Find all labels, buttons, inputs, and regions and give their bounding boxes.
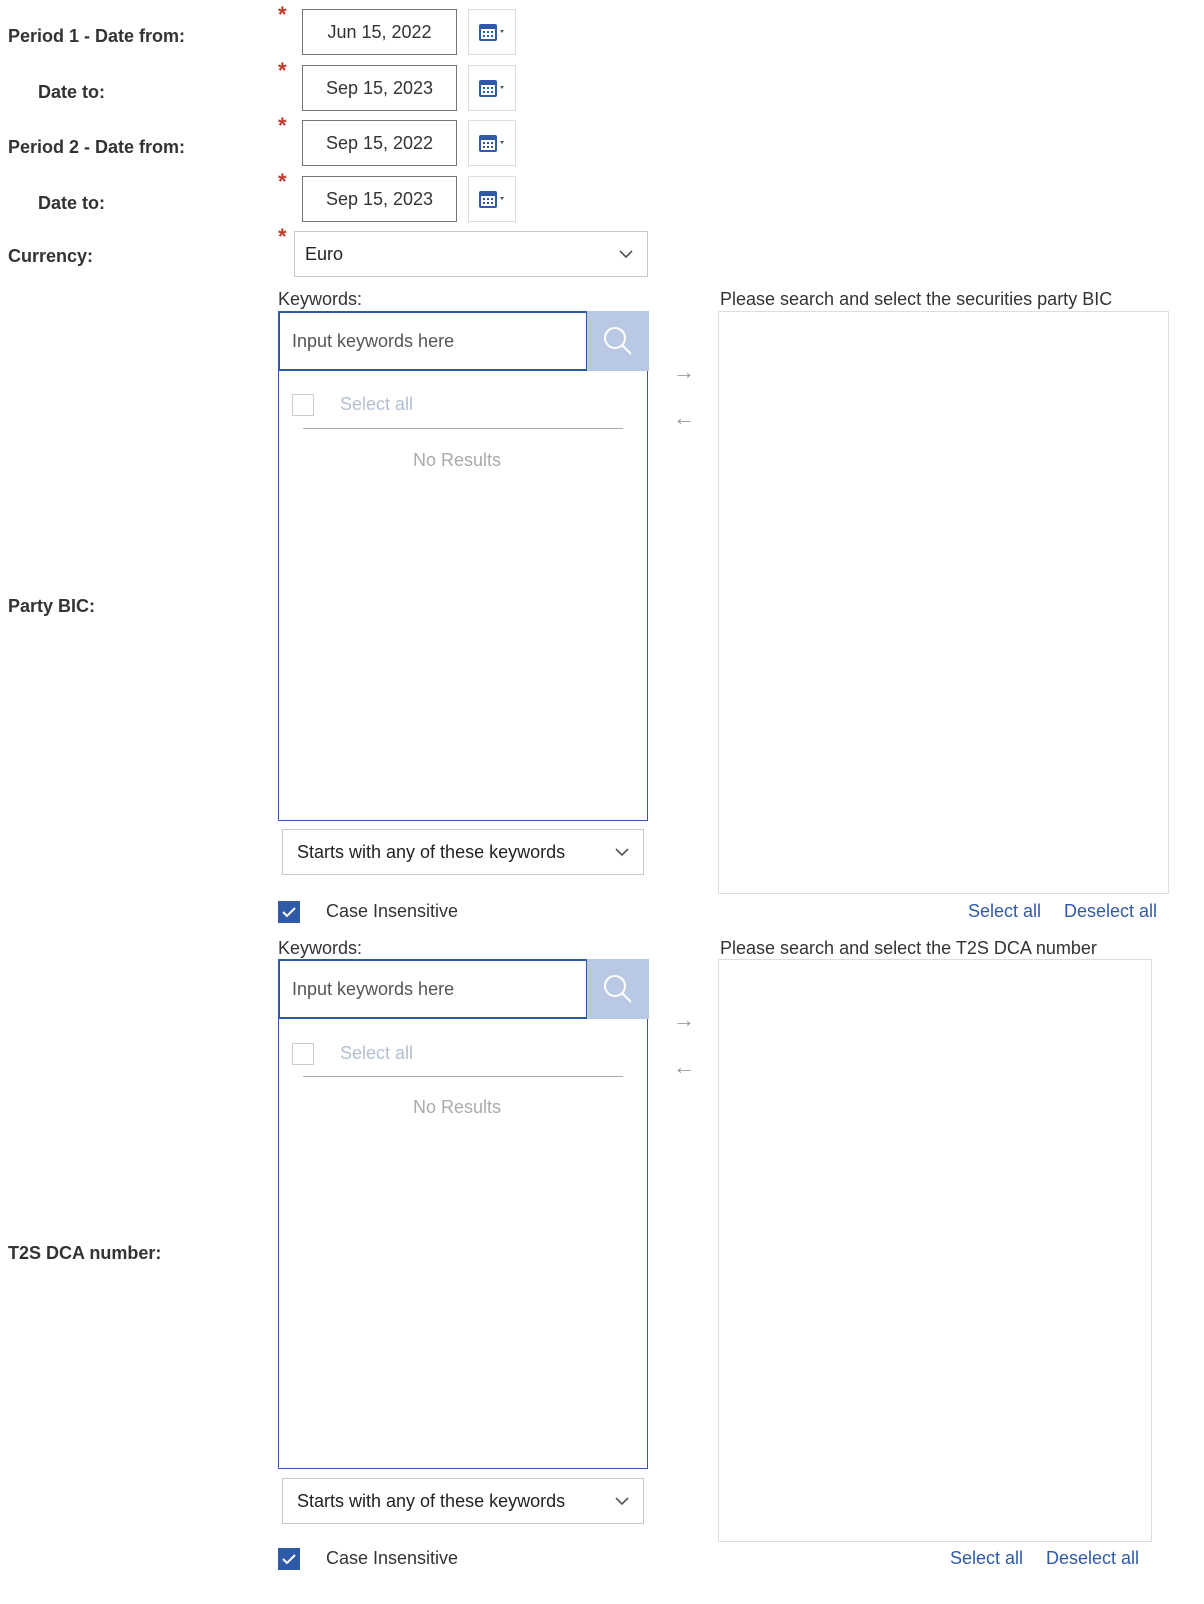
party-bic-select-all-checkbox[interactable] <box>292 394 314 416</box>
t2s-dca-selected-list[interactable] <box>718 959 1152 1542</box>
t2s-dca-move-left-arrow[interactable]: ← <box>673 1056 695 1078</box>
party-bic-right-deselect-all-link[interactable]: Deselect all <box>1064 901 1157 922</box>
t2s-dca-results-panel <box>278 959 648 1469</box>
party-bic-move-left-arrow[interactable]: ← <box>673 407 695 429</box>
search-icon <box>604 327 632 355</box>
t2s-dca-right-title: Please search and select the T2S DCA num… <box>720 938 1097 958</box>
party-bic-search-button[interactable] <box>587 311 649 371</box>
required-marker: * <box>278 113 287 138</box>
currency-select[interactable]: Euro <box>294 231 648 277</box>
t2s-dca-right-select-all-link[interactable]: Select all <box>950 1548 1023 1569</box>
period1-from-label: Period 1 - Date from: <box>8 26 186 46</box>
party-bic-results-panel <box>278 311 648 821</box>
party-bic-right-title: Please search and select the securities … <box>720 289 1113 309</box>
period1-to-calendar-button[interactable] <box>468 65 516 111</box>
party-bic-label: Party BIC: <box>8 596 96 616</box>
required-marker: * <box>278 224 287 249</box>
period2-to-calendar-button[interactable] <box>468 176 516 222</box>
calendar-icon <box>479 191 504 208</box>
t2s-dca-case-insensitive-label: Case Insensitive <box>326 1548 459 1568</box>
chevron-down-icon <box>615 1497 629 1506</box>
t2s-dca-move-right-arrow[interactable]: → <box>673 1009 695 1031</box>
calendar-icon <box>479 80 504 97</box>
checkmark-icon <box>282 907 296 918</box>
t2s-dca-case-insensitive-checkbox[interactable] <box>278 1548 300 1570</box>
t2s-dca-label: T2S DCA number: <box>8 1243 162 1263</box>
t2s-dca-select-all-checkbox[interactable] <box>292 1043 314 1065</box>
period1-from-calendar-button[interactable] <box>468 9 516 55</box>
chevron-down-icon <box>619 250 633 259</box>
period2-from-label: Period 2 - Date from: <box>8 137 186 157</box>
party-bic-case-insensitive-label: Case Insensitive <box>326 901 459 921</box>
t2s-dca-select-all-label[interactable]: Select all <box>340 1043 413 1064</box>
period2-to-label: Date to: <box>38 193 105 213</box>
required-marker: * <box>278 169 287 194</box>
period2-to-input[interactable]: Sep 15, 2023 <box>302 176 457 222</box>
checkmark-icon <box>282 1554 296 1565</box>
period2-from-input[interactable]: Sep 15, 2022 <box>302 120 457 166</box>
t2s-dca-keywords-label: Keywords: <box>278 938 363 958</box>
party-bic-case-insensitive-checkbox[interactable] <box>278 901 300 923</box>
period1-to-input[interactable]: Sep 15, 2023 <box>302 65 457 111</box>
party-bic-selected-list[interactable] <box>718 311 1169 894</box>
divider <box>303 1076 623 1077</box>
party-bic-right-select-all-link[interactable]: Select all <box>968 901 1041 922</box>
party-bic-move-right-arrow[interactable]: → <box>673 361 695 383</box>
required-marker: * <box>278 58 287 83</box>
t2s-dca-no-results: No Results <box>413 1097 502 1117</box>
period1-to-label: Date to: <box>38 82 105 102</box>
t2s-dca-match-mode-select[interactable]: Starts with any of these keywords <box>282 1478 644 1524</box>
divider <box>303 428 623 429</box>
party-bic-search-input[interactable]: Input keywords here <box>278 311 588 371</box>
party-bic-match-mode-select[interactable]: Starts with any of these keywords <box>282 829 644 875</box>
required-marker: * <box>278 2 287 27</box>
party-bic-no-results: No Results <box>413 450 502 470</box>
party-bic-select-all-label[interactable]: Select all <box>340 394 413 415</box>
calendar-icon <box>479 135 504 152</box>
currency-selected-value: Euro <box>305 243 344 264</box>
search-icon <box>604 975 632 1003</box>
period2-from-calendar-button[interactable] <box>468 120 516 166</box>
t2s-dca-search-input[interactable]: Input keywords here <box>278 959 588 1019</box>
party-bic-match-mode-value: Starts with any of these keywords <box>297 841 566 862</box>
t2s-dca-search-button[interactable] <box>587 959 649 1019</box>
party-bic-keywords-label: Keywords: <box>278 289 363 309</box>
t2s-dca-match-mode-value: Starts with any of these keywords <box>297 1490 566 1511</box>
chevron-down-icon <box>615 848 629 857</box>
period1-from-input[interactable]: Jun 15, 2022 <box>302 9 457 55</box>
t2s-dca-right-deselect-all-link[interactable]: Deselect all <box>1046 1548 1139 1569</box>
currency-label: Currency: <box>8 246 94 266</box>
calendar-icon <box>479 24 504 41</box>
